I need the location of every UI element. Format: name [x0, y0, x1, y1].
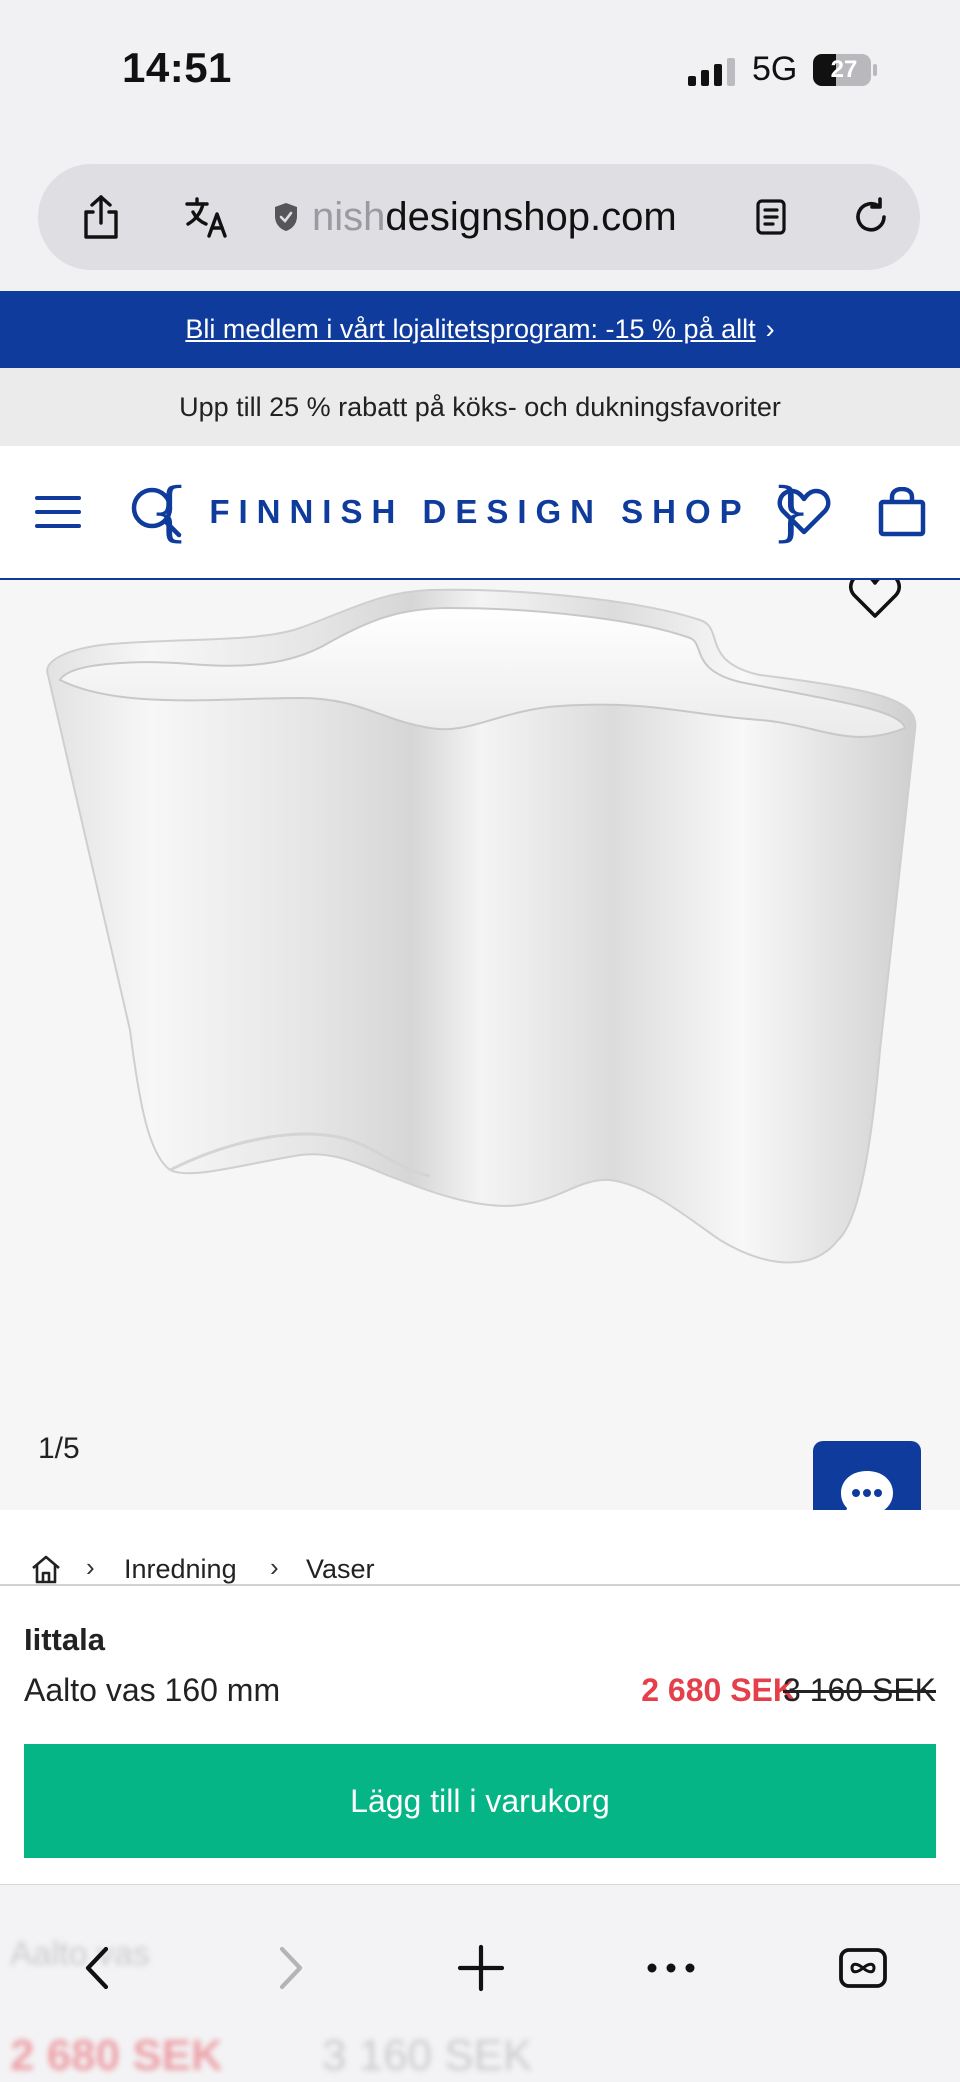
ghost-original-price: 3 160 SEK	[322, 2031, 533, 2080]
battery-icon: 27	[812, 53, 878, 87]
product-name: Aalto vas 160 mm	[24, 1672, 281, 1708]
status-time: 14:51	[122, 44, 232, 91]
site-logo[interactable]: { FINNISH DESIGN SHOP }	[149, 446, 812, 578]
gallery-counter: 1/5	[38, 1432, 80, 1465]
breadcrumb: › Inredning › Vaser	[0, 1510, 960, 1585]
site-header: { FINNISH DESIGN SHOP }	[0, 446, 960, 580]
url-text[interactable]: nishdesignshop.com	[312, 164, 677, 270]
network-type: 5G	[752, 50, 798, 88]
breadcrumb-item-inredning[interactable]: Inredning	[124, 1554, 237, 1585]
loyalty-banner[interactable]: Bli medlem i vårt lojalitetsprogram: -15…	[0, 291, 960, 368]
product-gallery[interactable]: 1/5	[0, 580, 960, 1510]
sale-banner[interactable]: Upp till 25 % rabatt på köks- och duknin…	[0, 368, 960, 446]
battery-level: 27	[830, 56, 858, 83]
share-icon[interactable]	[68, 164, 134, 270]
logo-brace-left: {	[148, 475, 190, 549]
wishlist-heart-icon[interactable]	[848, 580, 902, 625]
translate-icon[interactable]	[174, 164, 240, 270]
heart-icon[interactable]	[772, 446, 836, 578]
tabs-icon[interactable]	[818, 1923, 908, 2013]
product-image	[46, 588, 917, 1264]
plus-icon[interactable]	[436, 1923, 526, 2013]
url-faded: nish	[312, 195, 386, 239]
more-icon[interactable]	[626, 1923, 716, 2013]
bag-icon[interactable]	[870, 446, 934, 578]
home-icon[interactable]	[30, 1554, 62, 1585]
reader-icon[interactable]	[738, 164, 804, 270]
shield-icon	[266, 164, 306, 270]
forward-icon[interactable]	[246, 1923, 336, 2013]
sale-price: 2 680 SEK	[641, 1672, 796, 1708]
original-price: 3 160 SEK	[783, 1672, 936, 1708]
loyalty-link[interactable]: Bli medlem i vårt lojalitetsprogram: -15…	[185, 314, 755, 345]
ghost-sale-price: 2 680 SEK	[10, 2031, 223, 2080]
add-to-cart-button[interactable]: Lägg till i varukorg	[24, 1744, 936, 1858]
menu-icon[interactable]	[30, 446, 86, 578]
product-brand[interactable]: Iittala	[24, 1622, 105, 1658]
logo-text: FINNISH DESIGN SHOP	[209, 493, 751, 530]
browser-toolbar: Aalto vas 2 680 SEK 3 160 SEK	[0, 1884, 960, 2082]
reload-icon[interactable]	[838, 164, 904, 270]
address-bar[interactable]: nishdesignshop.com	[38, 164, 920, 270]
breadcrumb-separator: ›	[270, 1552, 279, 1582]
chevron-right-icon: ›	[765, 314, 775, 344]
signal-icon	[688, 58, 735, 86]
url-domain: designshop.com	[385, 195, 677, 239]
breadcrumb-item-vaser[interactable]: Vaser	[306, 1554, 375, 1585]
product-summary-bar: Iittala Aalto vas 160 mm 2 680 SEK 3 160…	[0, 1584, 960, 1886]
breadcrumb-separator: ›	[86, 1552, 95, 1582]
back-icon[interactable]	[52, 1923, 142, 2013]
